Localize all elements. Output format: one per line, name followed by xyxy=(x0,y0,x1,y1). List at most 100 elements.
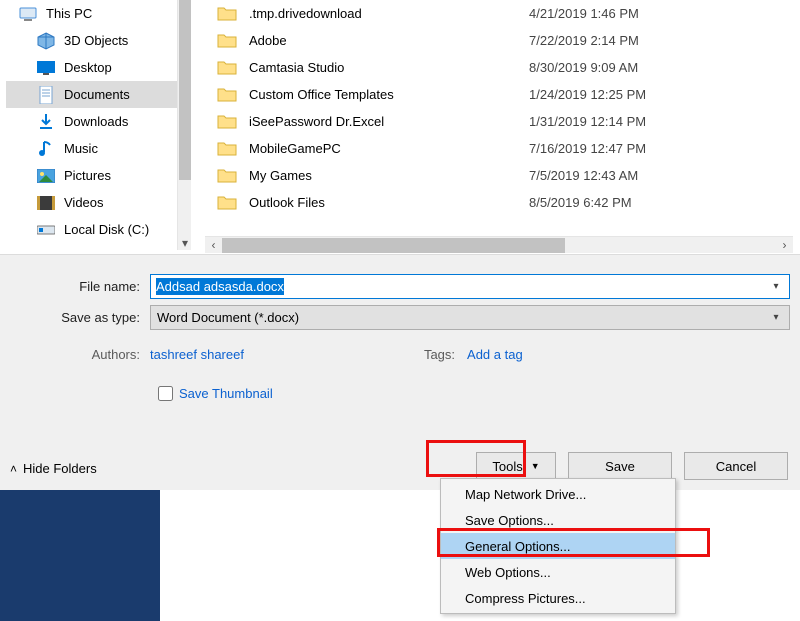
cancel-button[interactable]: Cancel xyxy=(684,452,788,480)
nav-label: Videos xyxy=(64,195,104,210)
file-name: Camtasia Studio xyxy=(249,60,529,75)
save-as-type-label: Save as type: xyxy=(0,310,150,325)
menu-item[interactable]: Map Network Drive... xyxy=(441,481,675,507)
hide-folders-label: Hide Folders xyxy=(23,461,97,476)
nav-item-music[interactable]: Music xyxy=(6,135,179,162)
file-date: 7/16/2019 12:47 PM xyxy=(529,141,646,156)
folder-icon xyxy=(217,194,239,212)
file-date: 7/5/2019 12:43 AM xyxy=(529,168,638,183)
file-list-hscrollbar[interactable]: ‹ › xyxy=(205,236,793,253)
file-row[interactable]: .tmp.drivedownload4/21/2019 1:46 PM xyxy=(199,0,793,27)
file-name-input[interactable]: Addsad adsasda.docx ▾ xyxy=(150,274,790,299)
nav-item-pictures[interactable]: Pictures xyxy=(6,162,179,189)
authors-label: Authors: xyxy=(0,347,150,362)
tags-label: Tags: xyxy=(424,347,455,362)
folder-icon xyxy=(217,32,239,50)
file-name: Custom Office Templates xyxy=(249,87,529,102)
tools-button[interactable]: Tools ▼ xyxy=(476,452,556,480)
file-name: Outlook Files xyxy=(249,195,529,210)
file-date: 1/31/2019 12:14 PM xyxy=(529,114,646,129)
file-row[interactable]: MobileGamePC7/16/2019 12:47 PM xyxy=(199,135,793,162)
bottom-panel: File name: Addsad adsasda.docx ▾ Save as… xyxy=(0,254,800,490)
nav-label: 3D Objects xyxy=(64,33,128,48)
file-name: .tmp.drivedownload xyxy=(249,6,529,21)
background-panel xyxy=(0,490,160,621)
nav-label: Downloads xyxy=(64,114,128,129)
folder-icon xyxy=(217,167,239,185)
save-thumbnail-label[interactable]: Save Thumbnail xyxy=(179,386,273,401)
folder-icon xyxy=(217,86,239,104)
file-name: Adobe xyxy=(249,33,529,48)
save-thumbnail-checkbox[interactable] xyxy=(158,386,173,401)
pictures-icon xyxy=(36,166,56,186)
chevron-left-icon[interactable]: ‹ xyxy=(205,237,222,254)
desktop-icon xyxy=(36,58,56,78)
document-icon xyxy=(36,85,56,105)
file-name: MobileGamePC xyxy=(249,141,529,156)
chevron-down-icon[interactable]: ▾ xyxy=(178,236,192,250)
nav-label: This PC xyxy=(46,6,92,21)
cancel-label: Cancel xyxy=(716,459,756,474)
chevron-right-icon[interactable]: › xyxy=(776,237,793,254)
save-button[interactable]: Save xyxy=(568,452,672,480)
nav-label: Music xyxy=(64,141,98,156)
chevron-down-icon[interactable]: ▾ xyxy=(767,277,785,296)
file-row[interactable]: My Games7/5/2019 12:43 AM xyxy=(199,162,793,189)
file-name: My Games xyxy=(249,168,529,183)
menu-item[interactable]: Web Options... xyxy=(441,559,675,585)
chevron-up-icon: ˄ xyxy=(10,462,17,476)
nav-label: Desktop xyxy=(64,60,112,75)
nav-item-local-disk[interactable]: Local Disk (C:) xyxy=(6,216,179,243)
chevron-down-icon: ▼ xyxy=(531,461,540,471)
file-name-label: File name: xyxy=(0,279,150,294)
cube-icon xyxy=(36,31,56,51)
file-date: 1/24/2019 12:25 PM xyxy=(529,87,646,102)
hscroll-thumb[interactable] xyxy=(222,238,565,253)
hide-folders-button[interactable]: ˄ Hide Folders xyxy=(10,461,97,476)
file-row[interactable]: Adobe7/22/2019 2:14 PM xyxy=(199,27,793,54)
nav-label: Documents xyxy=(64,87,130,102)
menu-item[interactable]: Compress Pictures... xyxy=(441,585,675,611)
nav-scroll-thumb[interactable] xyxy=(179,0,191,180)
file-row[interactable]: Custom Office Templates1/24/2019 12:25 P… xyxy=(199,81,793,108)
nav-item-documents[interactable]: Documents xyxy=(6,81,179,108)
nav-item-videos[interactable]: Videos xyxy=(6,189,179,216)
nav-item-this-pc[interactable]: This PC xyxy=(6,0,179,27)
file-row[interactable]: Camtasia Studio8/30/2019 9:09 AM xyxy=(199,54,793,81)
file-date: 4/21/2019 1:46 PM xyxy=(529,6,639,21)
tools-menu: Map Network Drive...Save Options...Gener… xyxy=(440,478,676,614)
nav-scrollbar[interactable]: ▾ xyxy=(177,0,191,250)
nav-label: Pictures xyxy=(64,168,111,183)
authors-value[interactable]: tashreef shareef xyxy=(150,347,244,362)
file-date: 8/5/2019 6:42 PM xyxy=(529,195,632,210)
file-row[interactable]: iSeePassword Dr.Excel1/31/2019 12:14 PM xyxy=(199,108,793,135)
folder-icon xyxy=(217,5,239,23)
nav-item-downloads[interactable]: Downloads xyxy=(6,108,179,135)
menu-item[interactable]: General Options... xyxy=(441,533,675,559)
file-name: iSeePassword Dr.Excel xyxy=(249,114,529,129)
music-icon xyxy=(36,139,56,159)
folder-icon xyxy=(217,113,239,131)
menu-item[interactable]: Save Options... xyxy=(441,507,675,533)
file-date: 7/22/2019 2:14 PM xyxy=(529,33,639,48)
nav-label: Local Disk (C:) xyxy=(64,222,149,237)
file-list: Name Date modified .tmp.drivedownload4/2… xyxy=(199,0,793,236)
file-row[interactable]: Outlook Files8/5/2019 6:42 PM xyxy=(199,189,793,216)
folder-icon xyxy=(217,140,239,158)
file-name-value: Addsad adsasda.docx xyxy=(156,278,284,295)
nav-tree: This PC 3D Objects Desktop Documents Dow… xyxy=(6,0,179,243)
nav-item-3d-objects[interactable]: 3D Objects xyxy=(6,27,179,54)
save-as-type-value: Word Document (*.docx) xyxy=(157,310,299,325)
tags-value[interactable]: Add a tag xyxy=(467,347,523,362)
download-icon xyxy=(36,112,56,132)
drive-icon xyxy=(36,220,56,240)
save-as-type-combo[interactable]: Word Document (*.docx) ▾ xyxy=(150,305,790,330)
chevron-down-icon[interactable]: ▾ xyxy=(767,308,785,327)
pc-icon xyxy=(18,4,38,24)
videos-icon xyxy=(36,193,56,213)
hscroll-track[interactable] xyxy=(222,237,776,254)
tools-label: Tools xyxy=(492,459,522,474)
save-label: Save xyxy=(605,459,635,474)
file-date: 8/30/2019 9:09 AM xyxy=(529,60,638,75)
nav-item-desktop[interactable]: Desktop xyxy=(6,54,179,81)
